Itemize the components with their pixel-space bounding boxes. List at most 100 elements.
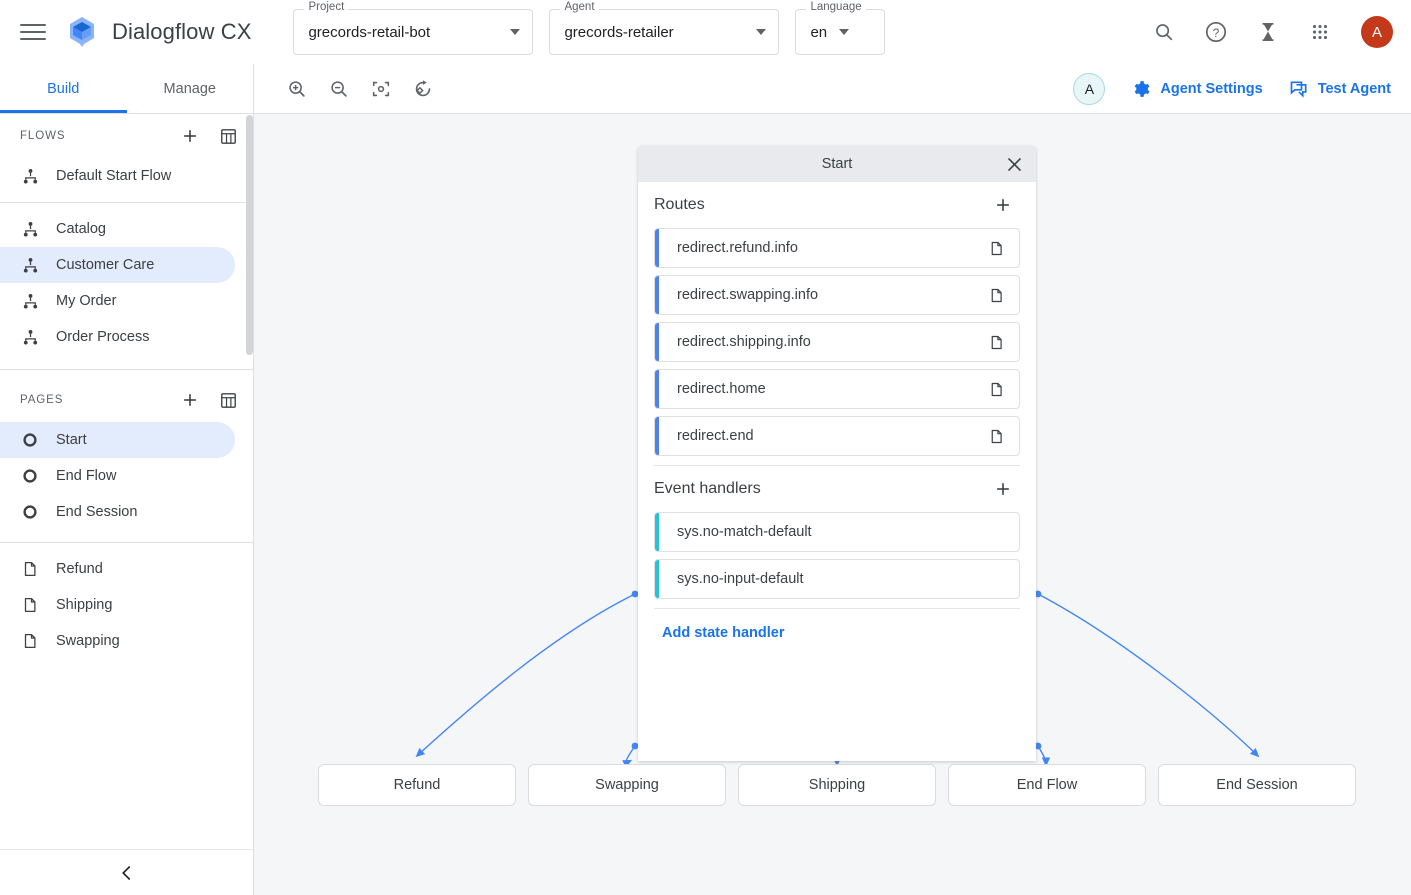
search-icon [1153,21,1175,43]
agent-selector-value: grecords-retailer [564,24,673,41]
google-apps-button[interactable] [1303,15,1337,49]
sidebar-item-end-flow[interactable]: End Flow [0,458,235,494]
plus-icon [180,390,200,410]
route-label: redirect.swapping.info [659,287,818,303]
table-view-icon [219,127,238,146]
sidebar-scrollbar-thumb[interactable] [246,115,253,355]
plus-icon [993,195,1013,215]
node-shipping[interactable]: Shipping [738,764,936,806]
add-state-handler-button[interactable]: Add state handler [638,609,784,641]
flow-icon [20,327,40,347]
chat-bubble-icon [1289,79,1309,99]
edge-start-to-swapping [626,746,635,762]
reset-layout-button[interactable] [408,74,438,104]
sidebar-item-my-order[interactable]: My Order [0,283,235,319]
agent-settings-button[interactable]: Agent Settings [1131,79,1262,99]
event-handler-item[interactable]: sys.no-match-default [654,512,1020,552]
sidebar-item-label: Refund [56,561,103,577]
edge-start-to-end-session [1038,594,1256,754]
route-item[interactable]: redirect.refund.info [654,228,1020,268]
sidebar-scrollbar[interactable] [246,115,253,355]
table-view-icon [219,391,238,410]
hamburger-icon[interactable] [20,22,46,42]
language-selector[interactable]: Language en [795,9,885,55]
event-handler-item[interactable]: sys.no-input-default [654,559,1020,599]
chevron-left-icon [118,864,136,882]
add-route-button[interactable] [990,192,1016,218]
sidebar-item-label: Customer Care [56,257,154,273]
page-icon [988,428,1005,445]
language-selector-label: Language [806,2,865,14]
sidebar-item-catalog[interactable]: Catalog [0,211,235,247]
dialogflow-cx-app: Dialogflow CX Project grecords-retail-bo… [0,0,1411,895]
zoom-in-button[interactable] [282,74,312,104]
route-item[interactable]: redirect.home [654,369,1020,409]
close-panel-button[interactable] [1000,150,1028,178]
route-label: redirect.refund.info [659,240,798,256]
zoom-out-icon [328,78,350,100]
event-handlers-title: Event handlers [654,480,761,498]
event-handler-label: sys.no-match-default [659,524,812,540]
fit-to-screen-button[interactable] [366,74,396,104]
language-selector-value: en [810,24,827,41]
agent-avatar-chip[interactable]: A [1073,73,1105,105]
tab-manage[interactable]: Manage [127,64,254,113]
zoom-out-button[interactable] [324,74,354,104]
sidebar-item-swapping[interactable]: Swapping [0,623,235,659]
flow-canvas[interactable]: Refund Swapping Shipping End Flow End Se… [254,114,1411,895]
agent-selector-label: Agent [560,2,598,14]
flows-section-title: FLOWS [20,130,65,142]
avatar[interactable]: A [1361,16,1393,48]
add-page-button[interactable] [179,389,201,411]
sidebar-item-end-session[interactable]: End Session [0,494,235,530]
route-label: redirect.end [659,428,754,444]
tab-build[interactable]: Build [0,64,127,113]
collapse-sidebar-button[interactable] [112,858,142,888]
sidebar-item-refund[interactable]: Refund [0,551,235,587]
close-icon [1005,155,1024,174]
event-handlers-group-header: Event handlers [638,466,1036,512]
route-item[interactable]: redirect.swapping.info [654,275,1020,315]
canvas-toolbar [254,64,438,113]
sub-bar: Build Manage [0,64,1411,114]
chevron-down-icon [756,29,766,35]
test-agent-label: Test Agent [1318,81,1391,97]
sidebar-divider [0,202,253,203]
node-swapping[interactable]: Swapping [528,764,726,806]
page-icon [988,287,1005,304]
route-item[interactable]: redirect.shipping.info [654,322,1020,362]
agent-selector[interactable]: Agent grecords-retailer [549,9,779,55]
add-event-handler-button[interactable] [990,476,1016,502]
flows-section-actions [179,125,239,147]
chevron-down-icon [510,29,520,35]
project-selector[interactable]: Project grecords-retail-bot [293,9,533,55]
node-end-session[interactable]: End Session [1158,764,1356,806]
edge-start-to-refund [419,594,635,754]
dialogflow-logo-icon [64,14,100,50]
search-button[interactable] [1147,15,1181,49]
help-button[interactable]: ? [1199,15,1233,49]
sidebar-divider [0,369,253,370]
flows-table-view-button[interactable] [217,125,239,147]
sidebar-item-start[interactable]: Start [0,422,235,458]
sidebar-item-default-start-flow[interactable]: Default Start Flow [0,158,235,194]
node-refund[interactable]: Refund [318,764,516,806]
pages-table-view-button[interactable] [217,389,239,411]
routes-title: Routes [654,196,705,214]
sidebar-item-order-process[interactable]: Order Process [0,319,235,355]
circle-page-icon [20,466,40,486]
sidebar-item-customer-care[interactable]: Customer Care [0,247,235,283]
page-icon [988,334,1005,351]
add-flow-button[interactable] [179,125,201,147]
node-end-flow[interactable]: End Flow [948,764,1146,806]
sidebar-item-shipping[interactable]: Shipping [0,587,235,623]
page-icon [20,559,40,579]
svg-text:?: ? [1213,26,1220,40]
route-item[interactable]: redirect.end [654,416,1020,456]
fit-to-screen-icon [370,78,392,100]
activity-button[interactable] [1251,15,1285,49]
test-agent-button[interactable]: Test Agent [1289,79,1391,99]
start-panel-body: Routes redirect.refund.info [638,182,1036,761]
flow-icon [20,166,40,186]
flows-section-header: FLOWS [0,114,253,158]
